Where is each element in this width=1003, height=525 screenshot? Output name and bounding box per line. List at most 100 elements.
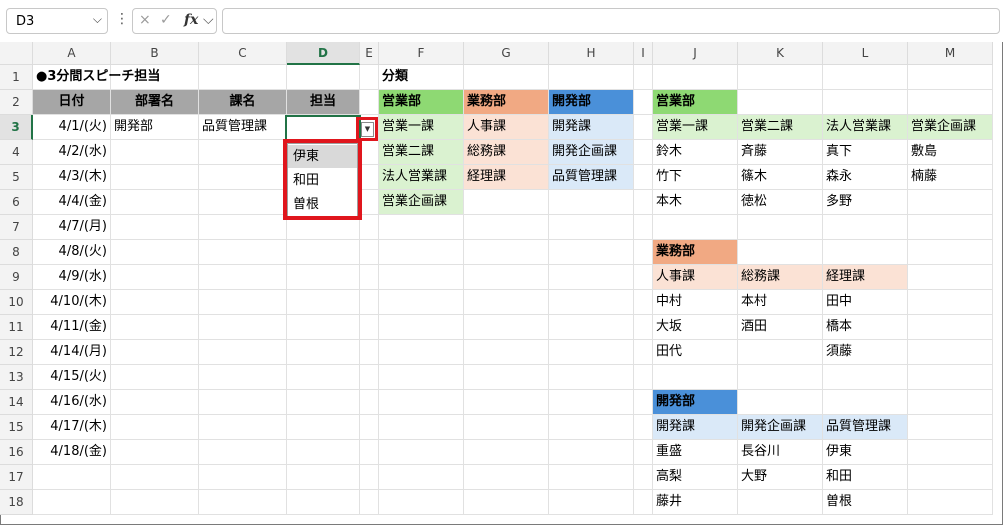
cell-c13[interactable]	[199, 365, 287, 390]
cell-g7[interactable]	[464, 215, 549, 240]
cell-m15[interactable]	[908, 415, 993, 440]
cell-e1[interactable]	[360, 65, 379, 90]
column-header-e[interactable]: E	[360, 42, 379, 65]
cell-m14[interactable]	[908, 390, 993, 415]
cell-f6[interactable]: 営業企画課	[379, 190, 464, 215]
column-header-j[interactable]: J	[653, 42, 738, 65]
name-box[interactable]: D3 ⌵	[6, 8, 108, 34]
cell-i13[interactable]	[634, 365, 653, 390]
cell-i2[interactable]	[634, 90, 653, 115]
cell-d12[interactable]	[287, 340, 360, 365]
cell-b6[interactable]	[111, 190, 199, 215]
cell-e10[interactable]	[360, 290, 379, 315]
cell-c10[interactable]	[199, 290, 287, 315]
cell-j16[interactable]: 重盛	[653, 440, 738, 465]
cell-a11[interactable]: 4/11/(金)	[33, 315, 111, 340]
cell-e2[interactable]	[360, 90, 379, 115]
cell-d1[interactable]	[287, 65, 360, 90]
cell-e11[interactable]	[360, 315, 379, 340]
cell-d11[interactable]	[287, 315, 360, 340]
chevron-down-icon[interactable]: ⌵	[203, 12, 214, 28]
cell-j3[interactable]: 営業一課	[653, 115, 738, 140]
cell-g13[interactable]	[464, 365, 549, 390]
cell-h16[interactable]	[549, 440, 634, 465]
cell-h1[interactable]	[549, 65, 634, 90]
formula-input[interactable]	[222, 8, 1000, 34]
cell-m12[interactable]	[908, 340, 993, 365]
cell-l15[interactable]: 品質管理課	[823, 415, 908, 440]
cell-l11[interactable]: 橋本	[823, 315, 908, 340]
row-header-16[interactable]: 16	[0, 440, 33, 465]
cell-h5[interactable]: 品質管理課	[549, 165, 634, 190]
cell-l1[interactable]	[823, 65, 908, 90]
cell-d14[interactable]	[287, 390, 360, 415]
cell-e13[interactable]	[360, 365, 379, 390]
cell-d8[interactable]	[287, 240, 360, 265]
enter-icon[interactable]: ✓	[160, 12, 172, 28]
cell-a5[interactable]: 4/3/(木)	[33, 165, 111, 190]
cell-j5[interactable]: 竹下	[653, 165, 738, 190]
column-header-m[interactable]: M	[908, 42, 993, 65]
cell-b10[interactable]	[111, 290, 199, 315]
cell-a1[interactable]: ●3分間スピーチ担当	[33, 65, 160, 90]
cell-g11[interactable]	[464, 315, 549, 340]
cell-l5[interactable]: 森永	[823, 165, 908, 190]
column-header-c[interactable]: C	[199, 42, 287, 65]
cell-m5[interactable]: 楠藤	[908, 165, 993, 190]
row-header-18[interactable]: 18	[0, 490, 33, 515]
cell-i5[interactable]	[634, 165, 653, 190]
cell-f8[interactable]	[379, 240, 464, 265]
cell-c8[interactable]	[199, 240, 287, 265]
cell-k5[interactable]: 篠木	[738, 165, 823, 190]
cell-l3[interactable]: 法人営業課	[823, 115, 908, 140]
cell-b12[interactable]	[111, 340, 199, 365]
cell-k6[interactable]: 徳松	[738, 190, 823, 215]
cell-m11[interactable]	[908, 315, 993, 340]
cell-m4[interactable]: 敷島	[908, 140, 993, 165]
cell-m13[interactable]	[908, 365, 993, 390]
cell-a6[interactable]: 4/4/(金)	[33, 190, 111, 215]
cell-c9[interactable]	[199, 265, 287, 290]
cell-g3[interactable]: 人事課	[464, 115, 549, 140]
cell-f2[interactable]: 営業部	[379, 90, 464, 115]
cell-h4[interactable]: 開発企画課	[549, 140, 634, 165]
cell-l9[interactable]: 経理課	[823, 265, 908, 290]
cell-l12[interactable]: 須藤	[823, 340, 908, 365]
cell-k17[interactable]: 大野	[738, 465, 823, 490]
cell-i6[interactable]	[634, 190, 653, 215]
cell-f9[interactable]	[379, 265, 464, 290]
cell-g15[interactable]	[464, 415, 549, 440]
cell-b3[interactable]: 開発部	[111, 115, 199, 140]
row-header-3[interactable]: 3	[0, 115, 33, 140]
cell-b8[interactable]	[111, 240, 199, 265]
cell-g9[interactable]	[464, 265, 549, 290]
row-header-13[interactable]: 13	[0, 365, 33, 390]
cell-a15[interactable]: 4/17/(木)	[33, 415, 111, 440]
cell-f11[interactable]	[379, 315, 464, 340]
active-cell-d3[interactable]	[285, 115, 361, 142]
cell-b16[interactable]	[111, 440, 199, 465]
cell-b5[interactable]	[111, 165, 199, 190]
cell-i14[interactable]	[634, 390, 653, 415]
insert-function-icon[interactable]: fx	[184, 12, 198, 28]
column-header-d[interactable]: D	[287, 42, 360, 65]
cell-a3[interactable]: 4/1/(火)	[33, 115, 111, 140]
cell-b13[interactable]	[111, 365, 199, 390]
cell-h14[interactable]	[549, 390, 634, 415]
cell-k2[interactable]	[738, 90, 823, 115]
cell-f5[interactable]: 法人営業課	[379, 165, 464, 190]
cell-g4[interactable]: 総務課	[464, 140, 549, 165]
cell-j8[interactable]: 業務部	[653, 240, 738, 265]
cell-j13[interactable]	[653, 365, 738, 390]
cell-b1[interactable]	[111, 65, 199, 90]
cell-k14[interactable]	[738, 390, 823, 415]
cell-m10[interactable]	[908, 290, 993, 315]
cell-d9[interactable]	[287, 265, 360, 290]
cell-e7[interactable]	[360, 215, 379, 240]
cell-g10[interactable]	[464, 290, 549, 315]
cell-i3[interactable]	[634, 115, 653, 140]
column-header-i[interactable]: I	[634, 42, 653, 65]
cell-k18[interactable]	[738, 490, 823, 515]
cell-g14[interactable]	[464, 390, 549, 415]
cell-c11[interactable]	[199, 315, 287, 340]
